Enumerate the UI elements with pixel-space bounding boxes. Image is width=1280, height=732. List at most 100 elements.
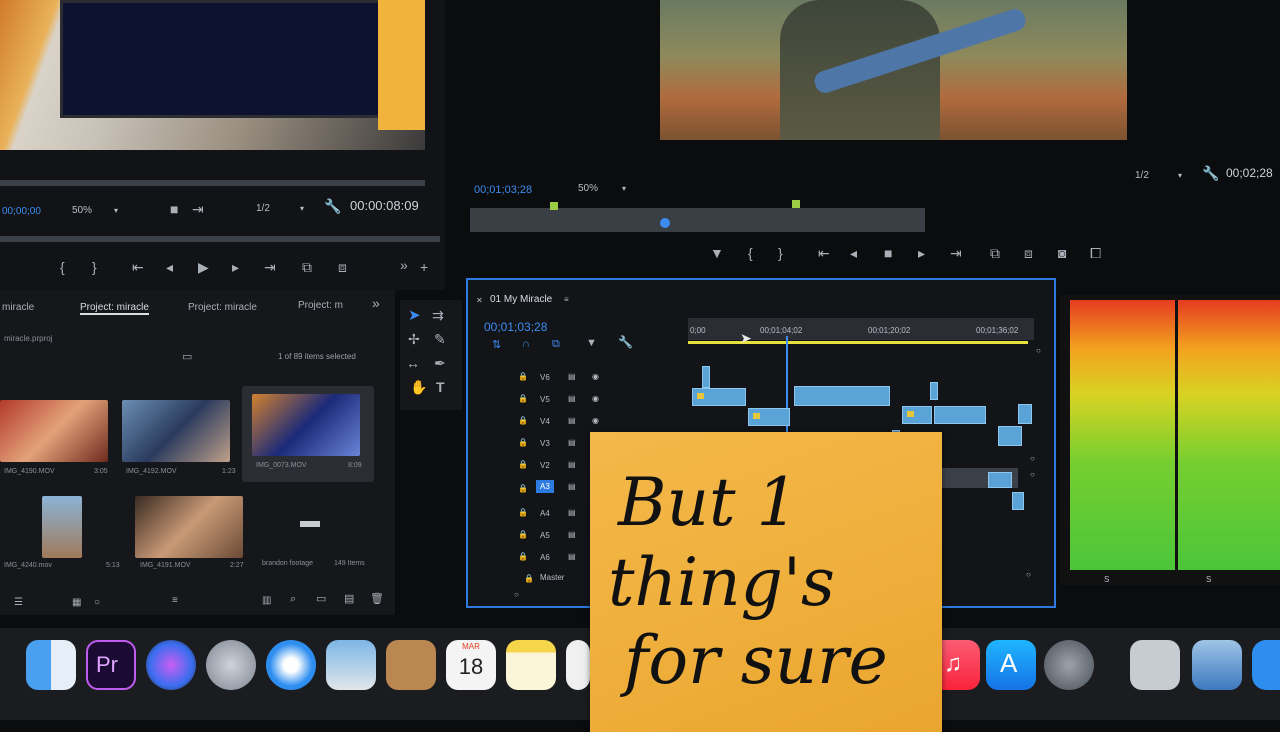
photos-mail-icon[interactable] [326,640,376,690]
selection-tool-icon[interactable]: ➤ [408,306,421,324]
close-icon[interactable]: ✕ [476,296,483,305]
audio-clip[interactable] [1012,492,1024,510]
thumbnail-img-4190[interactable] [0,400,108,462]
reminders-icon[interactable] [566,640,590,690]
lock-icon[interactable]: 🔒 [518,460,528,469]
eye-icon[interactable]: ◉ [592,394,599,403]
thumbnail-img-0073[interactable] [252,394,360,456]
expand-icon[interactable]: » [372,296,380,310]
wrench-icon[interactable]: 🔧 [324,199,341,213]
ripple-edit-icon[interactable]: ✢ [408,332,420,346]
timeline-clip[interactable] [794,386,890,406]
scrollbar-handle-icon[interactable]: ○ [1036,346,1041,355]
selected-thumbnail-frame[interactable]: IMG_0073.MOV 8:09 [242,386,374,482]
expand-icon[interactable]: » [400,258,408,272]
hand-icon[interactable]: ✋ [410,380,427,394]
wrench-icon[interactable]: 🔧 [618,336,633,348]
thumbnail-img-4240[interactable] [42,496,82,558]
scrollbar-handle-icon[interactable]: ○ [1026,570,1031,579]
overwrite-icon[interactable]: ⧈ [338,260,347,274]
downloads-stack-icon[interactable] [1192,640,1242,690]
mark-in-icon[interactable]: { [748,246,753,260]
tab-project-miracle-1[interactable]: miracle [2,302,34,313]
lift-icon[interactable]: ⧉ [990,246,1000,260]
lock-icon[interactable]: 🔒 [518,416,528,425]
timeline-clip[interactable] [934,406,986,424]
chevron-down-icon[interactable]: ▾ [300,204,304,213]
mark-out-icon[interactable]: } [778,246,783,260]
mark-in-icon[interactable]: { [60,260,65,274]
compare-icon[interactable]: ⧠ [1090,246,1101,260]
chevron-down-icon[interactable]: ▾ [114,206,118,215]
timeline-clip[interactable] [930,382,938,400]
premiere-pro-icon[interactable]: Pr [86,640,136,690]
solo-icon[interactable]: S [1104,575,1109,584]
go-to-in-icon[interactable]: ⇤ [132,260,144,274]
sync-lock-icon[interactable]: ▤ [568,552,576,561]
nest-icon[interactable]: ⇅ [492,338,501,351]
notes-icon[interactable] [506,640,556,690]
calendar-icon[interactable]: MAR 18 [446,640,496,690]
go-to-out-icon[interactable]: ⇥ [264,260,276,274]
new-item-icon[interactable]: ▤ [344,594,354,605]
list-view-icon[interactable]: ☰ [14,598,23,608]
lock-icon[interactable]: 🔒 [518,552,528,561]
timeline-clip[interactable] [702,366,710,388]
new-bin-icon[interactable]: ▭ [316,594,326,605]
system-preferences-icon[interactable] [1044,640,1094,690]
menu-icon[interactable]: ≡ [564,295,569,304]
wrench-icon[interactable]: 🔧 [1202,166,1219,180]
sync-lock-icon[interactable]: ▤ [568,508,576,517]
slip-icon[interactable]: ↔ [406,356,420,370]
step-icon[interactable]: ⇥ [192,202,204,216]
program-scrub-bar[interactable] [470,200,925,232]
lock-icon[interactable]: 🔒 [518,484,528,493]
app-store-icon[interactable]: A [986,640,1036,690]
source-zoom-select[interactable]: 50% [72,205,92,216]
thumbnail-img-4192[interactable] [122,400,230,462]
sync-lock-icon[interactable]: ▤ [568,530,576,539]
sync-lock-icon[interactable]: ▤ [568,482,576,491]
track-select-icon[interactable]: ⇉ [432,308,444,322]
eye-icon[interactable]: ◉ [592,416,599,425]
program-zoom-select[interactable]: 50% [578,183,598,194]
camera-icon[interactable]: ◙ [1058,246,1066,260]
insert-icon[interactable]: ⧉ [302,260,312,274]
eye-icon[interactable]: ◉ [592,372,599,381]
tab-project-miracle-active[interactable]: Project: miracle [80,302,149,315]
chevron-down-icon[interactable]: ▾ [1178,171,1182,180]
step-forward-icon[interactable]: ▸ [232,260,239,274]
zoom-handle-icon[interactable]: ○ [514,590,519,599]
source-time-ruler[interactable] [0,236,440,242]
add-icon[interactable]: + [420,260,428,274]
sync-lock-icon[interactable]: ▤ [568,460,576,469]
siri-icon[interactable] [146,640,196,690]
marker-icon[interactable]: ▼ [710,246,724,260]
lock-icon[interactable]: 🔒 [518,508,528,517]
linked-selection-icon[interactable]: ⧉ [552,338,560,351]
play-icon[interactable]: ▶ [198,260,209,274]
track-label-a3[interactable]: A3 [536,480,554,493]
type-tool-icon[interactable]: T [436,380,445,394]
sync-lock-icon[interactable]: ▤ [568,394,576,403]
icon-view-icon[interactable]: ▦ [72,598,81,608]
sort-icon[interactable]: ≡ [172,596,178,606]
program-resolution-select[interactable]: 1/2 [1135,170,1149,181]
scrollbar-handle-icon[interactable]: ○ [1030,470,1035,479]
timeline-clip[interactable] [998,426,1022,446]
pen-icon[interactable]: ✒ [434,356,446,370]
dock-item-partial-icon[interactable] [1252,640,1280,690]
timeline-playhead-timecode[interactable]: 00;01;03;28 [484,320,547,334]
lock-icon[interactable]: 🔒 [518,530,528,539]
stop-icon[interactable]: ■ [884,246,892,260]
program-playhead[interactable] [660,218,670,228]
add-marker-icon[interactable]: ▼ [586,338,597,349]
sync-lock-icon[interactable]: ▤ [568,416,576,425]
tab-project-m[interactable]: Project: m [298,300,343,311]
mark-out-icon[interactable]: } [92,260,97,274]
scrollbar-handle-icon[interactable]: ○ [1030,454,1035,463]
trash-icon[interactable]: 🗑 [370,594,384,605]
contacts-icon[interactable] [386,640,436,690]
safari-icon[interactable] [266,640,316,690]
in-marker[interactable] [550,202,558,210]
